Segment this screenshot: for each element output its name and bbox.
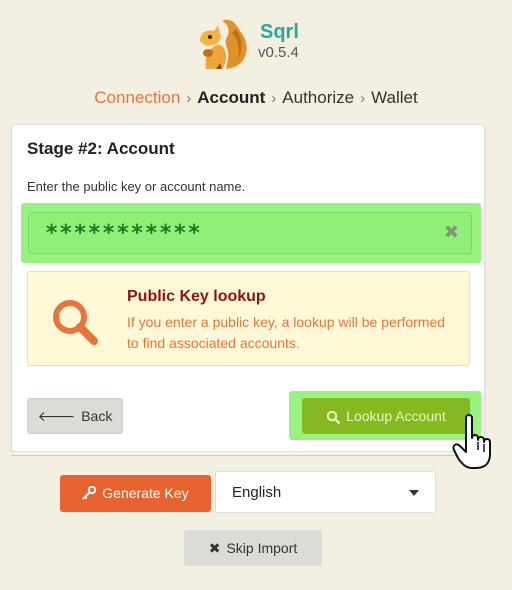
generate-key-label: Generate Key bbox=[102, 485, 189, 501]
arrow-left-icon: 🡐 bbox=[37, 408, 76, 424]
language-select[interactable]: English bbox=[215, 471, 436, 513]
app-version: v0.5.4 bbox=[258, 44, 299, 61]
stage-instructions: Enter the public key or account name. bbox=[27, 179, 246, 194]
times-icon[interactable]: ✖ bbox=[444, 222, 459, 243]
step-authorize: Authorize bbox=[282, 88, 355, 107]
times-icon: ✖ bbox=[208, 540, 221, 556]
lookup-account-button[interactable]: Lookup Account bbox=[302, 398, 470, 434]
squirrel-icon bbox=[200, 19, 247, 69]
language-value: English bbox=[232, 484, 282, 501]
chevron-right-icon: › bbox=[186, 90, 192, 107]
chevron-right-icon: › bbox=[360, 90, 366, 107]
lookup-title: Public Key lookup bbox=[127, 288, 266, 305]
step-wallet: Wallet bbox=[371, 88, 418, 107]
caret-down-icon bbox=[409, 490, 419, 496]
stage-title: Stage #2: Account bbox=[27, 139, 175, 158]
step-account: Account bbox=[197, 88, 266, 107]
lookup-account-label: Lookup Account bbox=[346, 408, 446, 424]
search-icon bbox=[326, 410, 341, 424]
skip-import-label: Skip Import bbox=[226, 540, 298, 556]
chevron-right-icon: › bbox=[271, 90, 277, 107]
search-icon bbox=[53, 300, 98, 345]
back-label: Back bbox=[81, 408, 113, 424]
hand-pointer-icon bbox=[452, 414, 491, 469]
key-icon bbox=[82, 486, 97, 500]
app-brand: Sqrl v0.5.4 bbox=[196, 15, 316, 73]
card-divider bbox=[11, 452, 485, 456]
generate-key-button[interactable]: Generate Key bbox=[60, 475, 211, 512]
skip-import-button[interactable]: ✖ Skip Import bbox=[184, 530, 322, 566]
back-button[interactable]: 🡐 Back bbox=[27, 398, 123, 434]
step-connection[interactable]: Connection bbox=[94, 88, 180, 108]
public-key-value: *********** bbox=[45, 221, 202, 246]
lookup-text: If you enter a public key, a lookup will… bbox=[127, 314, 446, 351]
progress-steps: Connection › Account › Authorize › Wallet bbox=[0, 88, 512, 108]
account-stage-card: Stage #2: Account Enter the public key o… bbox=[11, 124, 485, 452]
public-key-input[interactable]: *********** ✖ bbox=[28, 212, 472, 254]
app-name: Sqrl bbox=[260, 21, 299, 43]
public-key-lookup-message: Public Key lookup If you enter a public … bbox=[27, 271, 470, 366]
